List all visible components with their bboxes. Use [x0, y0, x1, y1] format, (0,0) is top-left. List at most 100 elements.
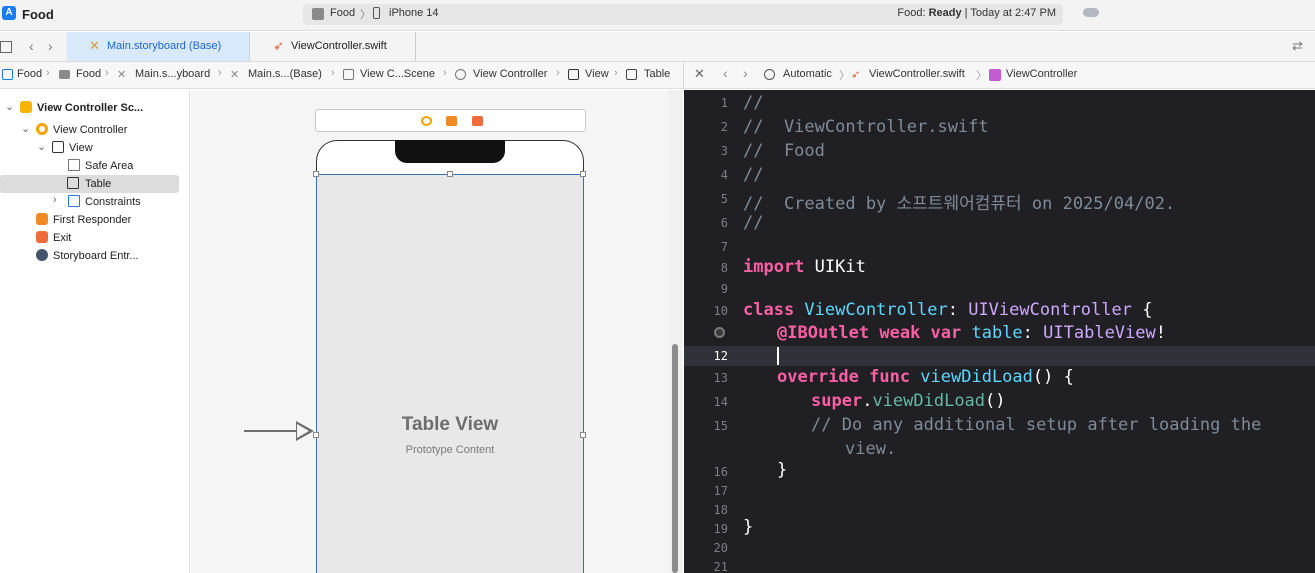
project-icon [2, 69, 13, 80]
xcode-app-icon: A [2, 6, 16, 20]
editor-tab-bar: ‹ › ✕ Main.storyboard (Base) ➶ ViewContr… [0, 32, 1315, 62]
line-number: 15 [713, 419, 728, 433]
document-outline: ⌄ View Controller Sc... ⌄ View Controlle… [0, 90, 190, 573]
view-icon [52, 141, 64, 153]
outline-row[interactable]: ⌄ View Controller Sc... [0, 99, 190, 117]
outline-row-selected[interactable]: Table [0, 175, 179, 193]
chevron-right-icon: › [46, 67, 50, 79]
first-responder-icon [36, 213, 48, 225]
view-controller-icon [36, 123, 48, 135]
breadcrumb-item[interactable]: Main.s...yboard [135, 68, 210, 80]
code-line[interactable]: // Food [743, 141, 825, 161]
chevron-right-icon: 〉 [360, 9, 371, 21]
code-line[interactable]: } [777, 460, 787, 480]
cloud-icon[interactable] [1083, 8, 1099, 17]
scheme-selector[interactable]: Food [330, 7, 355, 19]
breadcrumb-item[interactable]: View [585, 68, 609, 80]
current-line-highlight [684, 346, 1315, 366]
table-view[interactable] [316, 174, 584, 573]
chevron-right-icon: 〉 [839, 70, 850, 82]
line-number: 19 [713, 522, 728, 536]
breadcrumb-item[interactable]: View C...Scene [360, 68, 435, 80]
code-line[interactable]: class ViewController: UIViewController { [743, 300, 1152, 320]
code-line[interactable]: import UIKit [743, 257, 866, 277]
class-icon [989, 69, 1001, 81]
breadcrumb-item[interactable]: Food [76, 68, 101, 80]
outline-row[interactable]: Safe Area [0, 157, 190, 175]
breadcrumb-item[interactable]: ViewController [1006, 68, 1077, 80]
line-number-current: 12 [713, 349, 728, 363]
line-number: 8 [720, 261, 728, 275]
line-number: 7 [720, 240, 728, 254]
tab-view-controller-swift[interactable]: ➶ ViewController.swift [251, 32, 416, 61]
grid-icon[interactable] [0, 41, 12, 53]
chevron-right-icon: › [331, 67, 335, 79]
outline-row[interactable]: ⌄ View Controller [0, 121, 190, 139]
line-number: 10 [713, 304, 728, 318]
project-name: Food [22, 7, 54, 22]
tab-main-storyboard[interactable]: ✕ Main.storyboard (Base) [67, 32, 250, 61]
storyboard-icon: ✕ [89, 38, 100, 53]
chevron-right-icon: 〉 [976, 70, 987, 82]
breadcrumb-item[interactable]: Automatic [783, 68, 832, 80]
chevron-right-icon: › [218, 67, 222, 79]
code-line[interactable]: } [743, 517, 753, 537]
outline-row[interactable]: Exit [0, 229, 190, 247]
line-number: 6 [720, 216, 728, 230]
chevron-right-icon[interactable]: › [48, 38, 53, 54]
resize-handle[interactable] [313, 171, 319, 177]
view-controller-icon[interactable] [421, 116, 432, 126]
storyboard-icon: ✕ [117, 69, 127, 81]
scene-dock[interactable] [315, 109, 586, 132]
breadcrumb-item[interactable]: Table [644, 68, 670, 80]
scrollbar-thumb[interactable] [672, 344, 678, 573]
code-line[interactable]: // [743, 93, 763, 113]
code-line[interactable]: // [743, 165, 763, 185]
line-number: 13 [713, 371, 728, 385]
disclosure-closed-icon[interactable]: › [53, 194, 57, 206]
disclosure-open-icon[interactable]: ⌄ [21, 122, 30, 135]
outline-label: Storyboard Entr... [53, 250, 139, 262]
outline-row[interactable]: First Responder [0, 211, 190, 229]
activity-bar[interactable]: Food 〉 iPhone 14 Food: Ready | Today at … [303, 4, 1063, 25]
view-controller-icon [455, 69, 466, 80]
code-line[interactable]: @IBOutlet weak var table: UITableView! [777, 323, 1166, 343]
disclosure-open-icon[interactable]: ⌄ [37, 140, 46, 153]
close-icon[interactable]: ✕ [694, 66, 705, 82]
swap-arrows-icon[interactable]: ⇄ [1292, 38, 1303, 54]
code-line[interactable]: // Created by 소프트웨어컴퓨터 on 2025/04/02. [743, 189, 1175, 214]
outline-row[interactable]: › Constraints [0, 193, 190, 211]
line-number: 3 [720, 144, 728, 158]
scheme-app-icon [312, 8, 324, 20]
code-line[interactable]: // ViewController.swift [743, 117, 989, 137]
code-line[interactable]: // Do any additional setup after loading… [811, 415, 1261, 435]
outline-label: First Responder [53, 214, 132, 226]
resize-handle[interactable] [447, 171, 453, 177]
code-line[interactable]: override func viewDidLoad() { [777, 367, 1074, 387]
outline-row[interactable]: ⌄ View [0, 139, 190, 157]
outline-label: View Controller [53, 124, 128, 136]
first-responder-icon[interactable] [446, 116, 457, 126]
line-number: 21 [713, 560, 728, 573]
text-cursor [777, 347, 779, 365]
line-number: 17 [713, 484, 728, 498]
breadcrumb-item[interactable]: View Controller [473, 68, 547, 80]
code-line-wrapped[interactable]: view. [845, 439, 896, 459]
disclosure-open-icon[interactable]: ⌄ [5, 100, 14, 113]
line-number: 9 [720, 282, 728, 296]
outline-label: Table [85, 178, 112, 190]
exit-icon[interactable] [472, 116, 483, 126]
exit-icon [36, 231, 48, 243]
breadcrumb-item[interactable]: Food [17, 68, 42, 80]
code-line[interactable]: // [743, 213, 763, 233]
breadcrumb-item[interactable]: Main.s...(Base) [248, 68, 322, 80]
outline-row[interactable]: Storyboard Entr... [0, 247, 190, 265]
chevron-left-icon[interactable]: ‹ [29, 38, 34, 54]
resize-handle[interactable] [580, 171, 586, 177]
code-line[interactable]: super.viewDidLoad() [811, 391, 1006, 411]
chevron-left-icon[interactable]: ‹ [723, 65, 728, 81]
outlet-connection-icon[interactable] [714, 327, 725, 338]
breadcrumb-item[interactable]: ViewController.swift [869, 68, 965, 80]
device-selector[interactable]: iPhone 14 [389, 7, 439, 19]
chevron-right-icon[interactable]: › [743, 65, 748, 81]
